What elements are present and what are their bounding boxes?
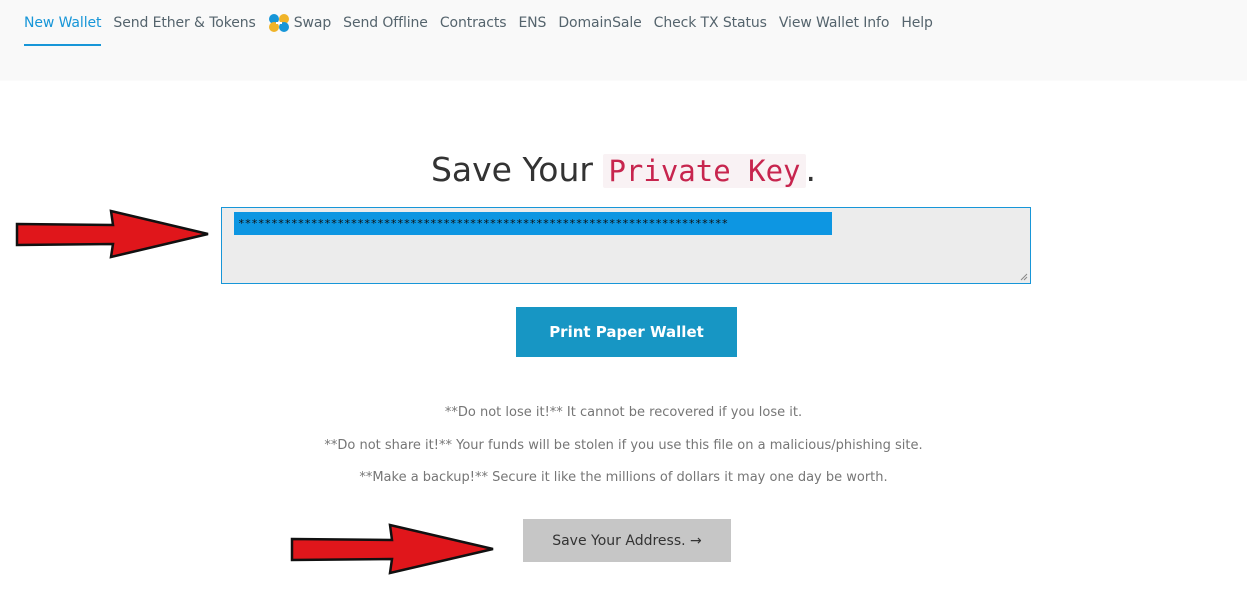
private-key-value: ****************************************… xyxy=(234,212,832,235)
title-code: Private Key xyxy=(603,154,806,188)
tab-label: View Wallet Info xyxy=(778,15,890,31)
save-your-address-button[interactable]: Save Your Address. → xyxy=(523,519,731,562)
tab-label: DomainSale xyxy=(558,15,642,31)
tab-label: Help xyxy=(901,15,933,31)
title-suffix: . xyxy=(805,150,817,189)
tab-label: Send Offline xyxy=(343,15,428,31)
resize-grip-icon[interactable] xyxy=(1018,271,1028,281)
tab-send-offline[interactable]: Send Offline xyxy=(337,0,434,46)
tab-swap[interactable]: Swap xyxy=(262,0,337,46)
tab-new-wallet[interactable]: New Wallet xyxy=(18,0,107,46)
private-key-field[interactable]: ****************************************… xyxy=(221,207,1031,284)
tab-label: ENS xyxy=(518,15,547,31)
tab-label: New Wallet xyxy=(24,15,102,31)
print-paper-wallet-button[interactable]: Print Paper Wallet xyxy=(516,307,737,357)
red-arrow-icon xyxy=(15,209,209,259)
swap-icon xyxy=(268,14,289,32)
red-arrow-icon xyxy=(290,523,494,575)
tab-send-ether-tokens[interactable]: Send Ether & Tokens xyxy=(107,0,261,46)
tab-domainsale[interactable]: DomainSale xyxy=(552,0,647,46)
warning-backup: **Make a backup!** Secure it like the mi… xyxy=(359,470,888,485)
tab-help[interactable]: Help xyxy=(895,0,939,46)
tab-contracts[interactable]: Contracts xyxy=(434,0,513,46)
top-nav-bar: New Wallet Send Ether & Tokens Swap Send… xyxy=(0,0,1247,81)
warning-lose: **Do not lose it!** It cannot be recover… xyxy=(444,405,803,420)
tab-label: Check TX Status xyxy=(653,15,767,31)
nav-list: New Wallet Send Ether & Tokens Swap Send… xyxy=(18,0,939,46)
tab-ens[interactable]: ENS xyxy=(512,0,552,46)
warning-share: **Do not share it!** Your funds will be … xyxy=(324,438,923,453)
tab-check-tx-status[interactable]: Check TX Status xyxy=(648,0,773,46)
page-title: Save Your Private Key. xyxy=(0,146,1247,195)
tab-label: Contracts xyxy=(439,15,507,31)
tab-view-wallet-info[interactable]: View Wallet Info xyxy=(773,0,895,46)
tab-label: Swap xyxy=(293,15,332,31)
title-prefix: Save Your xyxy=(430,150,593,189)
tab-label: Send Ether & Tokens xyxy=(113,15,256,31)
